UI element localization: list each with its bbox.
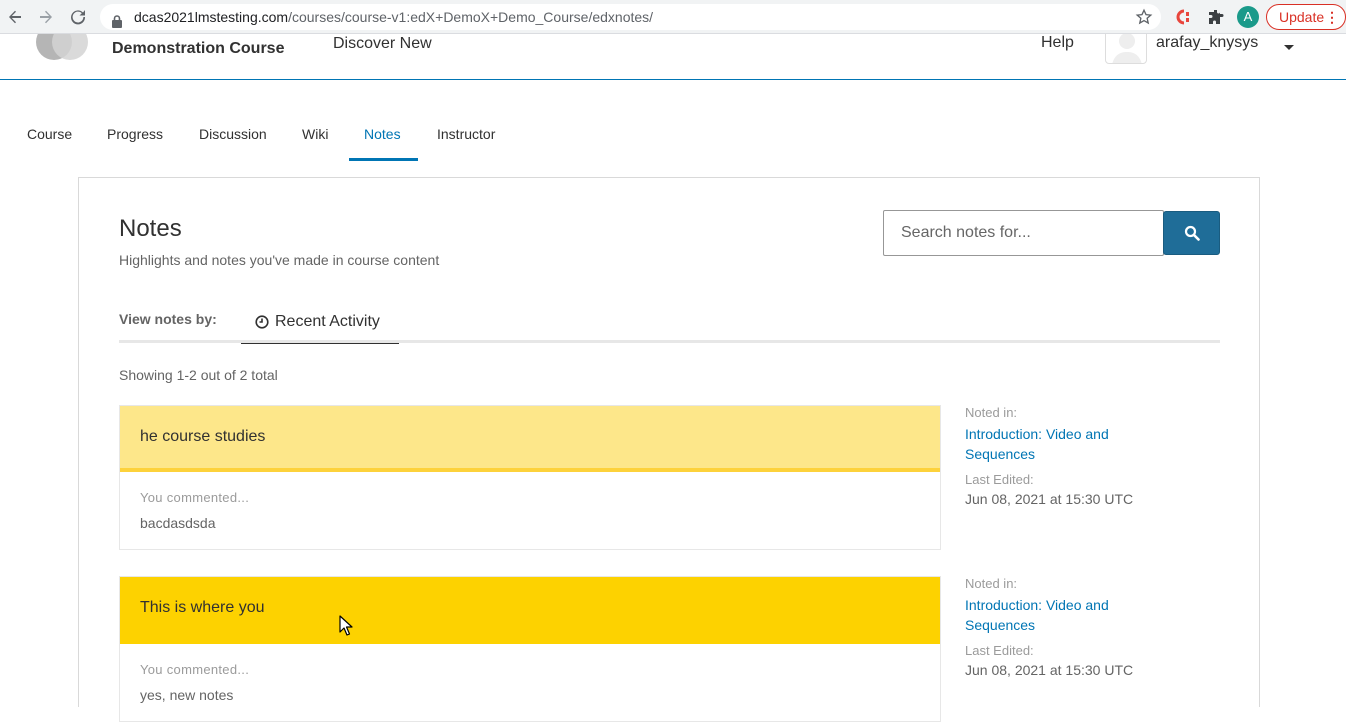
tab-instructor[interactable]: Instructor: [437, 126, 495, 142]
comment-text: yes, new notes: [140, 687, 234, 703]
user-avatar[interactable]: [1105, 34, 1147, 64]
page-subtitle: Highlights and notes you've made in cour…: [119, 252, 440, 268]
noted-in-link[interactable]: Introduction: Video and Sequences: [965, 424, 1165, 464]
last-edited-label: Last Edited:: [965, 643, 1034, 658]
last-edited-date: Jun 08, 2021 at 15:30 UTC: [965, 662, 1134, 678]
active-tab-indicator: [349, 158, 418, 161]
tab-recent-activity[interactable]: Recent Activity: [241, 304, 399, 344]
tab-discussion[interactable]: Discussion: [199, 126, 267, 142]
course-tabs: Course Progress Discussion Wiki Notes In…: [0, 80, 1346, 162]
username[interactable]: arafay_knysys: [1156, 34, 1258, 52]
extension-icon[interactable]: [1173, 6, 1195, 28]
clock-icon: [255, 315, 269, 334]
recent-activity-label: Recent Activity: [275, 313, 380, 330]
last-edited-label: Last Edited:: [965, 472, 1034, 487]
note-comment: You commented... yes, new notes: [120, 644, 940, 721]
note-card: This is where you You commented... yes, …: [119, 576, 941, 722]
discover-new-link[interactable]: Discover New: [333, 35, 432, 53]
tab-course[interactable]: Course: [27, 126, 72, 142]
comment-text: bacdasdsda: [140, 515, 216, 531]
update-label: Update: [1279, 9, 1325, 25]
tab-notes[interactable]: Notes: [364, 126, 401, 142]
divider: [119, 340, 1220, 343]
comment-label: You commented...: [140, 662, 250, 677]
chevron-down-icon[interactable]: [1283, 39, 1295, 57]
noted-in-label: Noted in:: [965, 576, 1018, 591]
profile-avatar-icon[interactable]: A: [1237, 6, 1259, 28]
bookmark-star-icon[interactable]: [1135, 8, 1153, 34]
notes-panel: Notes Highlights and notes you've made i…: [78, 177, 1260, 722]
address-bar[interactable]: dcas2021lmstesting.com/courses/course-v1…: [100, 4, 1161, 30]
back-icon[interactable]: [3, 5, 27, 29]
search-icon: [1184, 225, 1200, 241]
results-count: Showing 1-2 out of 2 total: [119, 367, 278, 383]
comment-label: You commented...: [140, 490, 250, 505]
lock-icon: [112, 10, 122, 36]
forward-icon[interactable]: [34, 5, 58, 29]
reload-icon[interactable]: [66, 5, 90, 29]
browser-update-button[interactable]: Update ⋮: [1266, 4, 1346, 30]
tab-wiki[interactable]: Wiki: [302, 126, 328, 142]
menu-dots-icon: ⋮: [1325, 9, 1339, 25]
mouse-cursor-icon: [339, 615, 353, 642]
last-edited-date: Jun 08, 2021 at 15:30 UTC: [965, 491, 1134, 507]
course-title: Demonstration Course: [112, 40, 285, 57]
browser-toolbar: dcas2021lmstesting.com/courses/course-v1…: [0, 0, 1346, 34]
search-notes-input[interactable]: [883, 210, 1164, 256]
noted-in-link[interactable]: Introduction: Video and Sequences: [965, 595, 1165, 635]
tab-progress[interactable]: Progress: [107, 126, 163, 142]
url-host: dcas2021lmstesting.com: [134, 9, 289, 25]
note-highlight-text[interactable]: he course studies: [120, 406, 940, 472]
help-link[interactable]: Help: [1041, 34, 1074, 52]
note-highlight-text[interactable]: This is where you: [120, 577, 940, 644]
search-button[interactable]: [1163, 211, 1220, 255]
noted-in-label: Noted in:: [965, 405, 1018, 420]
site-header: Demonstration Course Discover New Help a…: [0, 34, 1346, 80]
note-meta: Noted in: Introduction: Video and Sequen…: [965, 405, 1165, 507]
view-by-label: View notes by:: [119, 311, 217, 327]
extensions-puzzle-icon[interactable]: [1205, 6, 1227, 28]
page-title: Notes: [119, 215, 182, 242]
note-comment: You commented... bacdasdsda: [120, 472, 940, 549]
note-meta: Noted in: Introduction: Video and Sequen…: [965, 576, 1165, 678]
url-path: /courses/course-v1:edX+DemoX+Demo_Course…: [288, 9, 654, 25]
note-card: he course studies You commented... bacda…: [119, 405, 941, 550]
url-text: dcas2021lmstesting.com/courses/course-v1…: [134, 4, 653, 30]
